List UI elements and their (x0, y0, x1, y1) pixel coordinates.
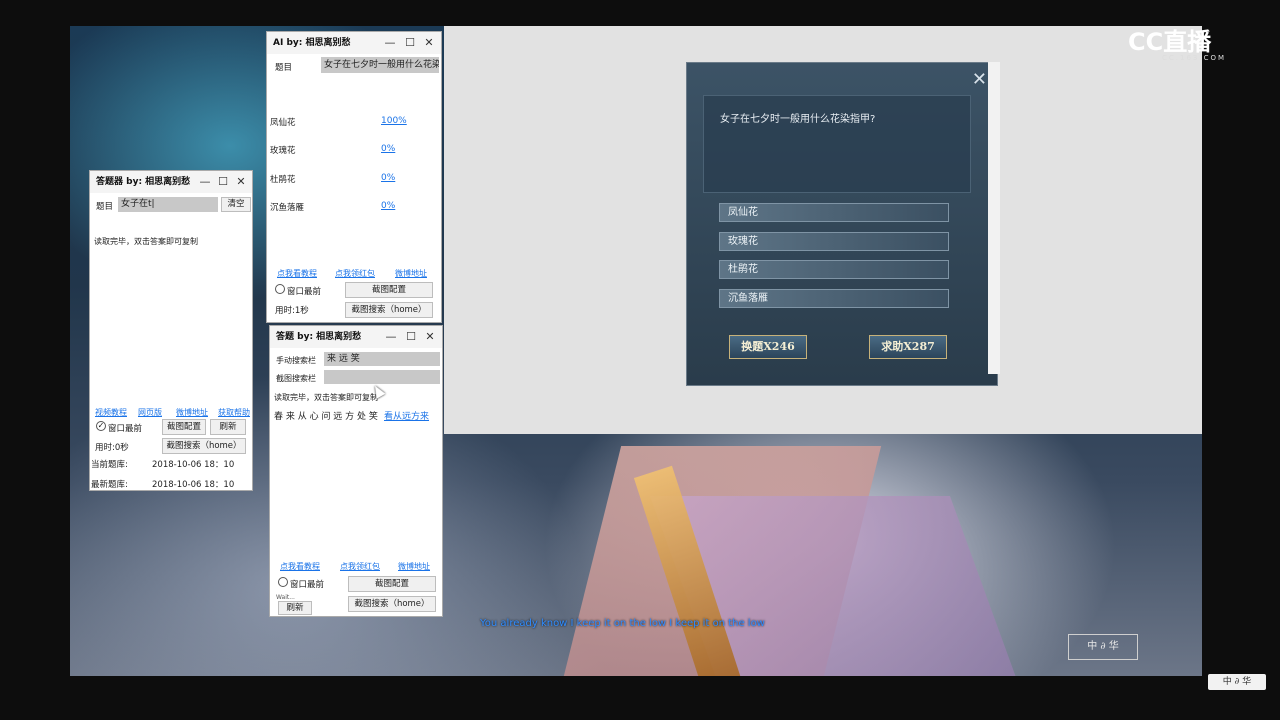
capture-search-label: 截图搜索栏 (276, 374, 316, 383)
helper-window: 答题器 by: 相思离别愁 — ☐ ✕ 题目 女子在t| 清空 读取完毕，双击答… (89, 170, 253, 491)
question-field[interactable]: 女子在t| (118, 197, 218, 212)
corner-badge: 中 ∂ 华 (1208, 674, 1266, 690)
maximize-icon[interactable]: ☐ (402, 326, 420, 348)
minimize-icon[interactable]: — (196, 171, 214, 193)
helper-window-titlebar[interactable]: 答题器 by: 相思离别愁 — ☐ ✕ (90, 171, 252, 193)
ai-window: AI by: 相思离别愁 — ☐ ✕ 题目 女子在七夕时一般用什么花染 凤仙花 … (266, 31, 442, 323)
current-db-label: 当前题库: (91, 460, 128, 470)
capture-search-input[interactable] (324, 370, 440, 384)
topmost-label: 窗口最前 (290, 580, 325, 590)
ai-window-titlebar[interactable]: AI by: 相思离别愁 — ☐ ✕ (267, 32, 441, 54)
window-title: AI by: 相思离别愁 (273, 38, 351, 48)
seal-stamp: 中 ∂ 华 (1068, 634, 1138, 660)
tutorial-link[interactable]: 点我看教程 (280, 561, 320, 572)
topmost-radio[interactable] (275, 284, 285, 294)
refresh-button[interactable]: 刷新 (278, 601, 312, 615)
option-2[interactable]: 玫瑰花 (719, 232, 949, 251)
question-label: 题目 (275, 63, 293, 73)
tutorial-link[interactable]: 点我看教程 (277, 268, 317, 279)
result-text[interactable]: 春 来 从 心 问 远 方 处 笑 (274, 409, 378, 422)
capture-config-button[interactable]: 截图配置 (162, 419, 206, 435)
weibo-link[interactable]: 微博地址 (398, 561, 430, 572)
answer-window: 答题 by: 相思离别愁 — ☐ ✕ 手动搜索栏 来 远 笑 截图搜索栏 读取完… (269, 325, 443, 617)
weibo-link[interactable]: 微博地址 (176, 407, 208, 418)
answer-percent[interactable]: 0% (381, 201, 395, 211)
red-packet-link[interactable]: 点我领红包 (335, 268, 375, 279)
lyrics-subtitle: You already know I keep it on the low I … (480, 618, 765, 629)
manual-search-label: 手动搜索栏 (276, 356, 316, 365)
minimize-icon[interactable]: — (382, 326, 400, 348)
latest-db-value: 2018-10-06 18：10 (152, 480, 235, 490)
stream-frame: ✕ 女子在七夕时一般用什么花染指甲? 凤仙花 玫瑰花 杜鹃花 沉鱼落雁 换题X2… (0, 0, 1280, 720)
minimize-icon[interactable]: — (381, 32, 399, 54)
time-used: 用时:0秒 (95, 443, 129, 453)
help-link[interactable]: 获取帮助 (218, 407, 250, 418)
status-text: 读取完毕，双击答案即可复制 (94, 237, 198, 246)
capture-search-button[interactable]: 截图搜索（home） (162, 438, 246, 454)
logo-text: CC直播 (1128, 28, 1212, 56)
close-icon[interactable]: ✕ (972, 71, 987, 89)
wait-label: Wait... (276, 594, 295, 601)
topmost-label: 窗口最前 (108, 424, 143, 434)
weibo-link[interactable]: 微博地址 (395, 268, 427, 279)
answer-percent[interactable]: 0% (381, 144, 395, 154)
video-tutorial-link[interactable]: 视频教程 (95, 407, 127, 418)
answer-label: 玫瑰花 (270, 146, 296, 156)
capture-config-button[interactable]: 截图配置 (348, 576, 436, 592)
question-text: 女子在七夕时一般用什么花染指甲? (720, 114, 876, 125)
web-version-link[interactable]: 网页版 (138, 407, 162, 418)
option-3[interactable]: 杜鹃花 (719, 260, 949, 279)
manual-search-input[interactable]: 来 远 笑 (324, 352, 440, 366)
option-1[interactable]: 凤仙花 (719, 203, 949, 222)
close-icon[interactable]: ✕ (420, 32, 438, 54)
answer-label: 凤仙花 (270, 118, 296, 128)
change-question-button[interactable]: 换题X246 (729, 335, 807, 359)
close-icon[interactable]: ✕ (421, 326, 439, 348)
latest-db-label: 最新题库: (91, 480, 128, 490)
side-strip (988, 62, 1000, 374)
answer-percent[interactable]: 100% (381, 116, 407, 126)
game-question-dialog: ✕ 女子在七夕时一般用什么花染指甲? 凤仙花 玫瑰花 杜鹃花 沉鱼落雁 换题X2… (686, 62, 998, 386)
answer-label: 杜鹃花 (270, 175, 296, 185)
capture-config-button[interactable]: 截图配置 (345, 282, 433, 298)
close-icon[interactable]: ✕ (232, 171, 250, 193)
capture-search-button[interactable]: 截图搜索（home） (348, 596, 436, 612)
refresh-button[interactable]: 刷新 (210, 419, 246, 435)
maximize-icon[interactable]: ☐ (214, 171, 232, 193)
question-box: 女子在七夕时一般用什么花染指甲? (703, 95, 971, 193)
answer-label: 沉鱼落雁 (270, 203, 305, 213)
result-link[interactable]: 看从远方来 (384, 409, 429, 422)
capture-search-button[interactable]: 截图搜索（home） (345, 302, 433, 318)
red-packet-link[interactable]: 点我领红包 (340, 561, 380, 572)
window-title: 答题 by: 相思离别愁 (276, 332, 362, 342)
maximize-icon[interactable]: ☐ (401, 32, 419, 54)
window-title: 答题器 by: 相思离别愁 (96, 177, 191, 187)
answer-window-titlebar[interactable]: 答题 by: 相思离别愁 — ☐ ✕ (270, 326, 442, 348)
topmost-label: 窗口最前 (287, 287, 322, 297)
time-used: 用时:1秒 (275, 306, 309, 316)
current-db-value: 2018-10-06 18：10 (152, 460, 235, 470)
status-text: 读取完毕，双击答案即可复制 (274, 393, 378, 402)
ask-help-button[interactable]: 求助X287 (869, 335, 947, 359)
question-label: 题目 (96, 202, 114, 212)
question-field[interactable]: 女子在七夕时一般用什么花染 (321, 57, 439, 73)
cc-live-logo: CC直播 CC.163.COM (1128, 22, 1226, 62)
logo-subtext: CC.163.COM (1162, 54, 1227, 62)
clear-button[interactable]: 清空 (221, 197, 251, 212)
option-4[interactable]: 沉鱼落雁 (719, 289, 949, 308)
answer-percent[interactable]: 0% (381, 173, 395, 183)
topmost-radio[interactable] (278, 577, 288, 587)
topmost-radio-checked[interactable]: ✓ (96, 421, 106, 431)
